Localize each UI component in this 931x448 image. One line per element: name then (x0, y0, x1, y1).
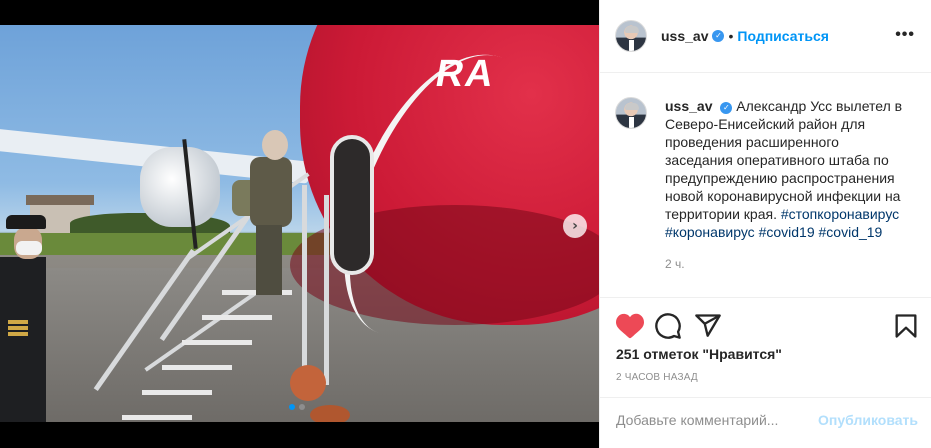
hashtag-link[interactable]: #covid_19 (819, 224, 883, 240)
share-icon[interactable] (694, 312, 722, 340)
caption-timestamp[interactable]: 2 ч. (665, 255, 905, 273)
heart-icon[interactable] (616, 312, 644, 340)
post-photo[interactable]: RA (0, 25, 599, 422)
comment-icon[interactable] (654, 312, 682, 340)
caption-text: Александр Усс вылетел в Северо-Енисейски… (665, 98, 903, 222)
hashtag-link[interactable]: #коронавирус (665, 224, 755, 240)
bookmark-icon[interactable] (892, 312, 920, 340)
likes-count[interactable]: 251 отметок "Нравится" (616, 346, 782, 362)
caption-body: uss_av ✓ Александр Усс вылетел в Северо-… (665, 97, 905, 273)
aircraft-registration: RA (432, 53, 499, 95)
hashtag-link[interactable]: #стопкоронавирус (781, 206, 899, 222)
separator-dot: • (728, 28, 734, 44)
wheel-chock-2 (310, 405, 350, 422)
post-header: uss_av ✓ • Подписаться ••• (600, 0, 931, 73)
comment-input[interactable] (616, 412, 816, 428)
verified-badge-icon: ✓ (720, 102, 733, 114)
action-bar (616, 312, 918, 340)
next-arrow-icon[interactable]: › (563, 214, 587, 238)
aircraft-door (330, 135, 374, 275)
comment-form: Опубликовать (616, 412, 918, 428)
publish-button[interactable]: Опубликовать (818, 412, 918, 428)
post-timestamp[interactable]: 2 ЧАСОВ НАЗАД (616, 372, 698, 383)
follow-button[interactable]: Подписаться (737, 28, 829, 44)
caption-avatar[interactable] (615, 97, 647, 129)
divider (600, 397, 931, 398)
carousel-dots (289, 404, 305, 410)
verified-badge-icon: ✓ (712, 30, 725, 42)
hashtag-link[interactable]: #covid19 (759, 224, 815, 240)
caption-username[interactable]: uss_av (665, 98, 712, 114)
carousel-dot (299, 404, 305, 410)
carousel-dot-active (289, 404, 295, 410)
caption-comment: uss_av ✓ Александр Усс вылетел в Северо-… (615, 97, 915, 273)
username-link[interactable]: uss_av (661, 28, 708, 44)
wheel-chock (290, 365, 326, 401)
more-options-icon[interactable]: ••• (895, 26, 915, 44)
passenger-figure (232, 125, 292, 295)
post-media: RA › (0, 0, 599, 448)
pilot-figure (0, 215, 48, 422)
avatar[interactable] (615, 20, 647, 52)
divider (600, 297, 931, 298)
post-panel: uss_av ✓ • Подписаться ••• uss_av ✓ Алек… (599, 0, 931, 448)
